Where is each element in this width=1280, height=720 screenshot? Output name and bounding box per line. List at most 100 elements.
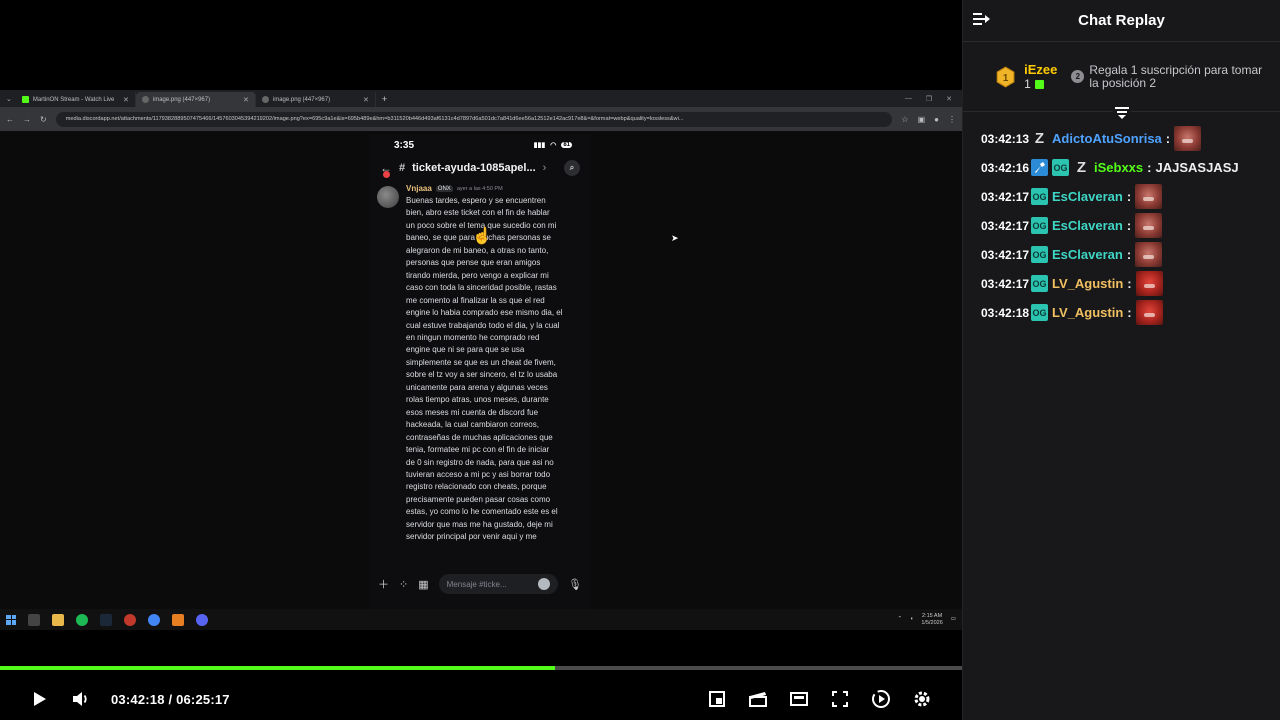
chevron-right-icon: ›	[542, 162, 547, 174]
browser-tab-active: image.png (447×967) ✕	[135, 92, 256, 107]
chat-username[interactable]: AdictoAtuSonrisa	[1052, 131, 1162, 146]
playback-time: 03:42:18 / 06:25:17	[111, 691, 230, 707]
app-icon	[172, 613, 184, 626]
close-tab-icon: ✕	[243, 96, 249, 104]
chat-message: 03:42:16 OG ZiSebxxs: JAJSASJASJ	[981, 153, 1280, 182]
settings-button[interactable]	[910, 687, 934, 711]
close-tab-icon: ✕	[363, 96, 369, 104]
leaderboard-user[interactable]: iEzee	[1024, 62, 1057, 77]
fullscreen-button[interactable]	[828, 687, 852, 711]
windows-start-icon	[6, 614, 16, 625]
menu-dots-icon: ⋮	[948, 114, 956, 124]
apps-icon: ⁘	[399, 578, 409, 591]
message-placeholder: Mensaje #ticke...	[446, 579, 507, 589]
fullscreen-icon	[832, 691, 848, 707]
player-controls: 03:42:18 / 06:25:17	[0, 678, 962, 720]
back-arrow-icon: ←	[6, 114, 14, 124]
close-tab-icon: ✕	[123, 96, 129, 104]
chat-username[interactable]: EsClaveran	[1052, 218, 1123, 233]
message-text: JAJSASJASJ	[1155, 160, 1239, 175]
windows-taskbar: ⌃ ◖ 2:15 AM 1/5/2026 ▭	[0, 609, 962, 630]
og-badge-icon: OG	[1031, 217, 1048, 234]
message-timestamp: 03:42:13	[981, 131, 1030, 146]
new-tab-icon: +	[381, 93, 388, 104]
gift-count: 1	[1024, 77, 1031, 91]
picture-in-picture-button[interactable]	[705, 687, 729, 711]
gold-medal-icon: 1	[996, 66, 1015, 87]
tab-title: MartinON Stream - Watch Live	[32, 96, 115, 103]
chat-username[interactable]: iSebxxs	[1094, 160, 1143, 175]
url-field: media.discordapp.net/attachments/1179382…	[55, 111, 893, 127]
playback-speed-button[interactable]	[869, 687, 893, 711]
angry-red-face-emote	[1135, 300, 1163, 325]
spotify-icon	[76, 613, 88, 626]
play-button[interactable]	[28, 687, 52, 711]
server-tag: ONX	[435, 185, 453, 192]
chat-username[interactable]: LV_Agustin	[1052, 305, 1123, 320]
gift-sub-prompt[interactable]: 2 Regala 1 suscripción para tomar la pos…	[1071, 63, 1268, 90]
message-timestamp: ayer a las 4:50 PM	[456, 185, 503, 192]
message-timestamp: 03:42:18	[981, 305, 1030, 320]
browser-tab: MartinON Stream - Watch Live ✕	[16, 92, 136, 107]
back-arrow-icon: ←	[380, 161, 392, 178]
og-badge-icon: OG	[1031, 304, 1048, 321]
recorded-browser-window: ⌄ MartinON Stream - Watch Live ✕ image.p…	[0, 90, 962, 630]
gift-leaderboard: 1 iEzee 1 2 Regala 1 suscripción para to…	[963, 42, 1280, 120]
theater-mode-button[interactable]	[787, 687, 811, 711]
gift-icon	[1034, 79, 1044, 89]
battery-level: 81	[561, 142, 572, 148]
chat-header: Chat Replay	[963, 0, 1280, 42]
expand-pinned-button[interactable]	[1113, 106, 1131, 120]
wifi-icon: ◠	[550, 142, 557, 149]
z-badge-icon: Z	[1034, 130, 1045, 147]
avatar	[377, 186, 399, 208]
chat-message: 03:42:18 OG LV_Agustin:	[981, 298, 1280, 327]
hand-cursor-icon: ☝	[472, 228, 492, 245]
channel-header: ← # ticket-ayuda-1085apel... › ⌕	[370, 156, 590, 180]
username-separator: :	[1147, 160, 1152, 175]
star-icon: ☆	[901, 114, 909, 124]
phone-clock: 3:35	[394, 139, 415, 151]
gift-icon: ▦	[418, 578, 429, 591]
red-face-emote	[1135, 184, 1163, 209]
message-body: Buenas tardes, espero y se encuentren bi…	[406, 196, 563, 542]
angry-red-face-emote	[1135, 271, 1163, 296]
system-tray: ⌃ ◖ 2:15 AM 1/5/2026 ▭	[897, 613, 956, 627]
og-badge-icon: OG	[1052, 159, 1069, 176]
chat-message: 03:42:17 OG EsClaveran:	[981, 211, 1280, 240]
message-timestamp: 03:42:17	[981, 276, 1030, 291]
tray-chevron-icon: ⌃	[897, 616, 903, 622]
chat-username[interactable]: LV_Agustin	[1052, 276, 1123, 291]
chat-username[interactable]: EsClaveran	[1052, 247, 1123, 262]
leaderboard-rank: 1	[1003, 72, 1009, 83]
theater-icon	[790, 692, 808, 706]
tab-title: image.png (447×967)	[152, 96, 211, 103]
video-player[interactable]: ⌄ MartinON Stream - Watch Live ✕ image.p…	[0, 0, 962, 720]
steam-icon	[100, 613, 112, 626]
browser-tab-strip: ⌄ MartinON Stream - Watch Live ✕ image.p…	[0, 90, 962, 107]
emoji-icon	[538, 578, 551, 590]
volume-button[interactable]	[69, 687, 93, 711]
seek-bar[interactable]	[0, 666, 962, 670]
username-separator: :	[1126, 218, 1132, 233]
chat-message: 03:42:17 OG EsClaveran:	[981, 182, 1280, 211]
chat-message: 03:42:13 Z AdictoAtuSonrisa:	[981, 124, 1280, 153]
chat-message: 03:42:17 OG EsClaveran:	[981, 240, 1280, 269]
channel-hash-icon: #	[399, 162, 406, 174]
z-badge-icon: Z	[1076, 159, 1087, 176]
browser-address-bar: ← → ↻ media.discordapp.net/attachments/1…	[0, 107, 962, 131]
message-input: Mensaje #ticke...	[438, 574, 559, 594]
og-badge-icon: OG	[1031, 275, 1048, 292]
chat-username[interactable]: EsClaveran	[1052, 189, 1123, 204]
message-timestamp: 03:42:16	[981, 160, 1030, 175]
pip-icon	[709, 691, 725, 707]
collapse-chat-button[interactable]	[973, 12, 993, 30]
microphone-icon: 🎙	[568, 578, 582, 591]
close-window-icon: ✕	[946, 95, 952, 103]
playback-speed-icon	[872, 690, 890, 708]
plus-icon: ＋	[378, 579, 389, 591]
kick-favicon-icon	[21, 96, 29, 103]
clip-button[interactable]	[746, 687, 770, 711]
window-controls: — ❐ ✕	[905, 95, 962, 103]
minimize-icon: —	[904, 94, 912, 102]
